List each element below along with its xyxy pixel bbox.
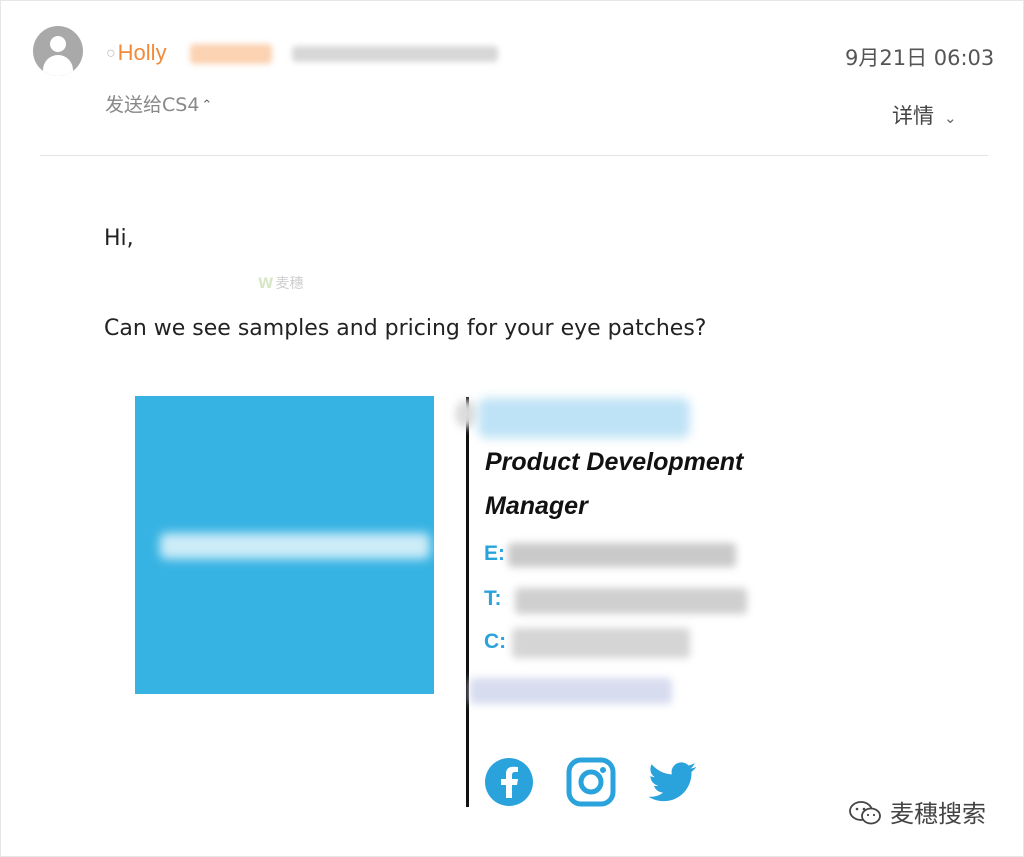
header-divider bbox=[40, 155, 988, 156]
avatar-body bbox=[43, 55, 73, 76]
redacted-phone-value bbox=[515, 588, 747, 614]
redacted-bullet bbox=[455, 400, 477, 428]
sender-avatar[interactable] bbox=[33, 26, 83, 76]
redacted-sender-surname bbox=[190, 44, 272, 64]
details-button[interactable]: 详情 ⌄ bbox=[892, 100, 957, 130]
phone-label: T: bbox=[484, 587, 502, 610]
twitter-icon[interactable] bbox=[648, 757, 698, 807]
inline-watermark: W 麦穗 bbox=[258, 273, 303, 293]
redacted-signer-name bbox=[478, 398, 690, 438]
sort-caret-icon: ⌃ bbox=[201, 98, 213, 113]
status-circle-icon: ○ bbox=[106, 45, 116, 62]
sender-name-text: Holly bbox=[117, 40, 167, 65]
chevron-down-icon: ⌄ bbox=[944, 109, 957, 127]
job-title-line2: Manager bbox=[485, 492, 588, 520]
email-label: E: bbox=[484, 542, 505, 565]
redacted-sender-email bbox=[292, 46, 498, 62]
redacted-logo-text bbox=[160, 533, 430, 559]
facebook-icon[interactable] bbox=[484, 757, 534, 807]
message-greeting: Hi, bbox=[104, 226, 134, 251]
message-body: Can we see samples and pricing for your … bbox=[104, 316, 707, 341]
signature-divider bbox=[466, 397, 469, 807]
instagram-icon[interactable] bbox=[566, 757, 616, 807]
sent-date: 9月21日 06:03 bbox=[845, 46, 995, 70]
redacted-cell-value bbox=[512, 628, 690, 658]
job-title-line1: Product Development bbox=[485, 448, 744, 476]
watermark-text: 麦穗搜索 bbox=[890, 800, 986, 828]
avatar-head bbox=[50, 36, 66, 52]
watermark-logo-icon: W bbox=[258, 276, 274, 292]
recipient-label: 发送给CS4 bbox=[105, 94, 200, 116]
sender-name[interactable]: ○Holly bbox=[106, 40, 167, 66]
redacted-email-value[interactable] bbox=[508, 543, 736, 567]
inline-watermark-text: 麦穗 bbox=[275, 276, 304, 292]
wechat-icon bbox=[848, 800, 882, 826]
redacted-website-link[interactable] bbox=[470, 678, 672, 704]
cell-label: C: bbox=[484, 630, 507, 653]
details-label: 详情 bbox=[892, 104, 934, 128]
wechat-watermark: 麦穗搜索 bbox=[848, 794, 986, 829]
recipient-toggle[interactable]: 发送给CS4 ⌃ bbox=[105, 90, 212, 117]
